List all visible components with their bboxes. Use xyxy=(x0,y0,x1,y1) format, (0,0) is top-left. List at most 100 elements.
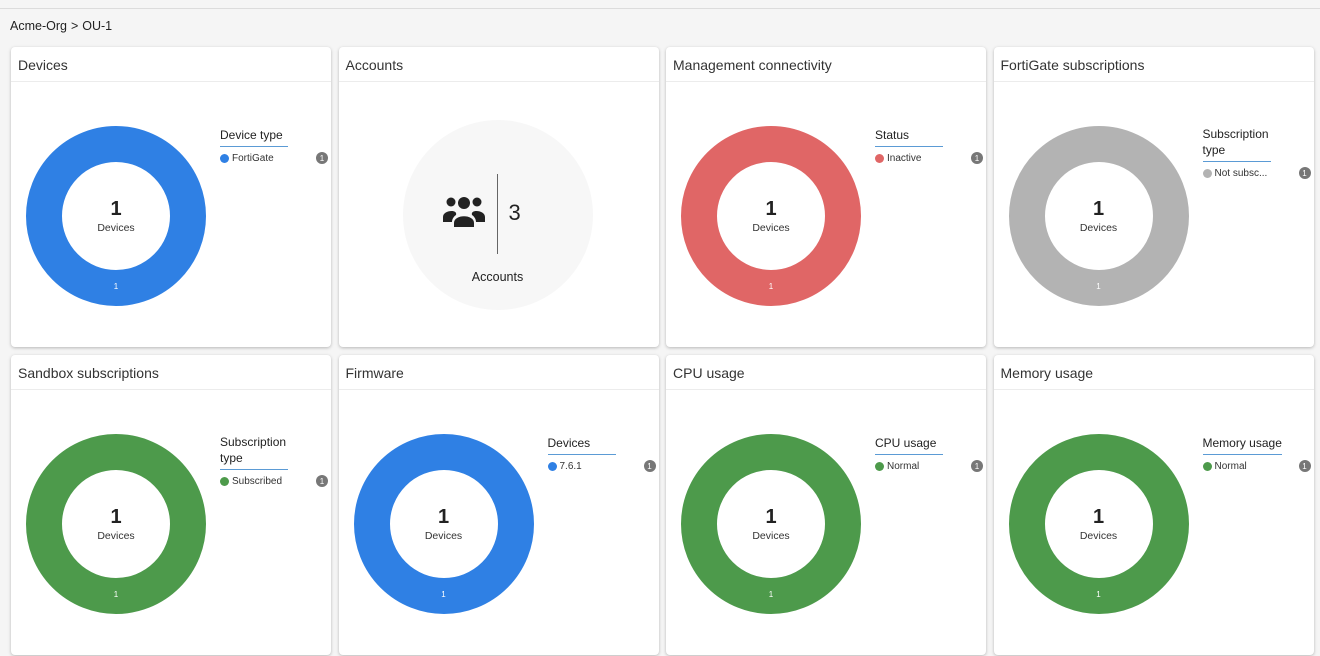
legend-count-badge: 1 xyxy=(971,152,983,164)
breadcrumb-ou: OU-1 xyxy=(82,19,113,33)
donut-label: Devices xyxy=(424,530,463,542)
donut-label: Devices xyxy=(752,530,790,542)
legend-title: Devices xyxy=(547,435,616,455)
legend: Devices 7.6.1 1 xyxy=(547,434,656,472)
widget-title: Devices xyxy=(11,47,331,82)
accounts-label: Accounts xyxy=(471,270,524,284)
legend: CPU usage Normal 1 xyxy=(875,434,983,472)
devices-donut-chart[interactable]: 1 Devices 1 xyxy=(24,124,208,308)
legend-title-line2: type xyxy=(1202,143,1226,157)
legend-count-badge: 1 xyxy=(1298,460,1311,472)
legend-item-label: Normal xyxy=(1214,460,1247,472)
divider xyxy=(496,174,498,254)
legend-item[interactable]: Not subsc... 1 xyxy=(1202,167,1311,179)
legend-title: CPU usage xyxy=(875,435,943,455)
management-donut-chart[interactable]: 1 Devices 1 xyxy=(679,124,863,308)
fortigate-subscriptions-widget: FortiGate subscriptions 1 Devices 1 Subs… xyxy=(993,47,1314,347)
donut-count: 1 xyxy=(1092,198,1105,220)
donut-label: Devices xyxy=(1079,222,1118,234)
legend-item-label: 7.6.1 xyxy=(559,460,582,472)
donut-count: 1 xyxy=(437,506,450,528)
fortigate-subscriptions-donut-chart[interactable]: 1 Devices 1 xyxy=(1007,124,1191,308)
management-connectivity-widget: Management connectivity 1 Devices 1 Stat… xyxy=(666,47,986,347)
legend-count-badge: 1 xyxy=(971,460,983,472)
segment-value-label: 1 xyxy=(1096,590,1101,599)
accounts-count: 3 xyxy=(508,200,521,225)
legend-item-label: Not subsc... xyxy=(1214,167,1268,179)
firmware-widget: Firmware 1 Devices 1 Devices 7.6.1 1 xyxy=(338,355,659,655)
legend-count-badge: 1 xyxy=(316,475,328,487)
legend-item[interactable]: Normal 1 xyxy=(1202,460,1311,472)
donut-label: Devices xyxy=(752,222,790,234)
donut-count: 1 xyxy=(110,198,122,220)
legend-color-dot xyxy=(1202,168,1212,178)
legend-item[interactable]: FortiGate 1 xyxy=(220,152,328,164)
memory-usage-widget: Memory usage 1 Devices 1 Memory usage No… xyxy=(993,355,1314,655)
dashboard-grid: Devices 1 Devices 1 Device type FortiGat… xyxy=(11,47,1314,655)
legend-title: Subscription type xyxy=(1202,126,1271,162)
donut-label: Devices xyxy=(1079,530,1118,542)
donut-count: 1 xyxy=(765,198,777,220)
legend-title: Memory usage xyxy=(1202,435,1282,455)
donut-label: Devices xyxy=(97,222,135,234)
legend-title: Status xyxy=(875,127,943,147)
widget-title: Management connectivity xyxy=(666,47,986,82)
legend-item[interactable]: Subscribed 1 xyxy=(220,475,328,487)
legend-item[interactable]: Inactive 1 xyxy=(875,152,983,164)
accounts-summary[interactable]: 3 Accounts xyxy=(402,120,593,310)
legend-count-badge: 1 xyxy=(1298,167,1311,179)
cpu-usage-widget: CPU usage 1 Devices 1 CPU usage Normal 1 xyxy=(666,355,986,655)
breadcrumb-org[interactable]: Acme-Org xyxy=(10,19,67,33)
legend: Device type FortiGate 1 xyxy=(220,126,328,164)
legend-title: Device type xyxy=(220,127,288,147)
segment-value-label: 1 xyxy=(1096,282,1101,291)
segment-value-label: 1 xyxy=(441,590,446,599)
donut-count: 1 xyxy=(110,506,122,528)
legend-color-dot xyxy=(220,153,229,163)
users-icon xyxy=(442,197,485,227)
legend-color-dot xyxy=(220,476,229,486)
top-divider xyxy=(0,8,1320,9)
segment-value-label: 1 xyxy=(113,282,119,291)
breadcrumb: Acme-Org > OU-1 xyxy=(10,19,112,33)
legend-item-label: Inactive xyxy=(887,152,922,164)
donut-label: Devices xyxy=(97,530,135,542)
legend-item[interactable]: 7.6.1 1 xyxy=(547,460,656,472)
legend-item[interactable]: Normal 1 xyxy=(875,460,983,472)
widget-title: Memory usage xyxy=(993,355,1314,390)
legend-color-dot xyxy=(1202,461,1212,471)
devices-widget: Devices 1 Devices 1 Device type FortiGat… xyxy=(11,47,331,347)
sandbox-subscriptions-widget: Sandbox subscriptions 1 Devices 1 Subscr… xyxy=(11,355,331,655)
breadcrumb-separator: > xyxy=(70,19,79,33)
donut-count: 1 xyxy=(765,506,777,528)
legend-title: Subscription type xyxy=(220,434,288,470)
cpu-usage-donut-chart[interactable]: 1 Devices 1 xyxy=(679,432,863,616)
legend-color-dot xyxy=(875,461,884,471)
legend-count-badge: 1 xyxy=(643,460,656,472)
legend: Status Inactive 1 xyxy=(875,126,983,164)
legend-item-label: Normal xyxy=(887,460,920,472)
legend-item-label: Subscribed xyxy=(232,475,283,487)
memory-usage-donut-chart[interactable]: 1 Devices 1 xyxy=(1007,432,1191,616)
legend-color-dot xyxy=(875,153,884,163)
legend-title-line1: Subscription xyxy=(220,435,287,449)
widget-title: Firmware xyxy=(338,355,659,390)
widget-title: Sandbox subscriptions xyxy=(11,355,331,390)
segment-value-label: 1 xyxy=(113,590,119,599)
legend-color-dot xyxy=(547,461,557,471)
legend-count-badge: 1 xyxy=(316,152,328,164)
segment-value-label: 1 xyxy=(768,590,774,599)
widget-title: Accounts xyxy=(338,47,659,82)
legend: Subscription type Not subsc... 1 xyxy=(1202,126,1311,179)
accounts-widget: Accounts 3 Accounts xyxy=(338,47,659,347)
legend-title-line1: Subscription xyxy=(1202,127,1269,141)
sandbox-subscriptions-donut-chart[interactable]: 1 Devices 1 xyxy=(24,432,208,616)
donut-count: 1 xyxy=(1092,506,1105,528)
legend: Subscription type Subscribed 1 xyxy=(220,434,328,487)
widget-title: FortiGate subscriptions xyxy=(993,47,1314,82)
legend-item-label: FortiGate xyxy=(232,152,274,164)
firmware-donut-chart[interactable]: 1 Devices 1 xyxy=(352,432,536,616)
legend-title-line2: type xyxy=(220,451,243,465)
legend: Memory usage Normal 1 xyxy=(1202,434,1311,472)
widget-title: CPU usage xyxy=(666,355,986,390)
